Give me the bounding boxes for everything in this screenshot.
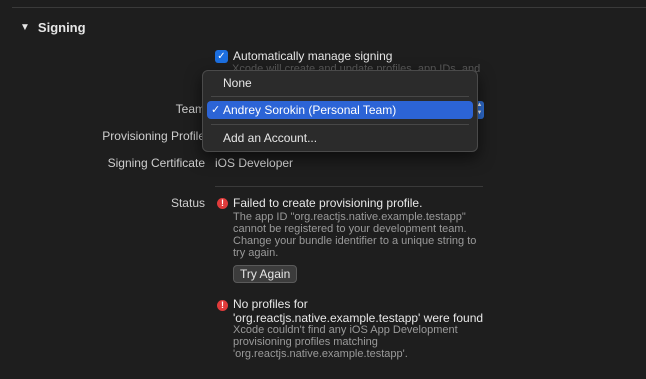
signing-certificate-label: Signing Certificate — [107, 156, 205, 170]
team-dropdown-menu: None ✓ Andrey Sorokin (Personal Team) Ad… — [202, 70, 478, 152]
auto-signing-label: Automatically manage signing — [233, 49, 393, 63]
error-icon: ! — [217, 300, 228, 311]
signing-certificate-value: iOS Developer — [215, 156, 294, 170]
status-label: Status — [170, 196, 205, 210]
disclosure-triangle-icon[interactable]: ▼ — [20, 22, 30, 33]
error-description-line: Xcode couldn't find any iOS App Developm… — [233, 324, 458, 336]
signing-settings-pane: ▼ Signing ✓ Automatically manage signing… — [0, 0, 646, 379]
error-title: No profiles for 'org.reactjs.native.exam… — [233, 297, 483, 325]
top-divider — [12, 7, 646, 8]
error-description-line: provisioning profiles matching — [233, 336, 378, 348]
error-description: Xcode couldn't find any iOS App Developm… — [233, 324, 458, 360]
auto-signing-row[interactable]: ✓ Automatically manage signing — [215, 49, 392, 63]
menu-item-label: Andrey Sorokin (Personal Team) — [223, 103, 397, 117]
error-description-line: The app ID "org.reactjs.native.example.t… — [233, 211, 466, 223]
menu-item-add-account[interactable]: Add an Account... — [203, 129, 477, 147]
menu-item-none[interactable]: None — [203, 74, 477, 92]
status-divider — [215, 186, 483, 187]
section-title: Signing — [37, 20, 86, 35]
auto-signing-checkbox[interactable]: ✓ — [215, 49, 228, 63]
error-description: The app ID "org.reactjs.native.example.t… — [233, 211, 476, 259]
try-again-button[interactable]: Try Again — [233, 265, 298, 283]
menu-separator — [211, 96, 469, 97]
checkmark-icon: ✓ — [211, 104, 221, 116]
team-label: Team — [175, 102, 205, 116]
error-title-line: No profiles for — [233, 297, 308, 311]
error-title: Failed to create provisioning profile. — [233, 196, 423, 210]
error-description-line: try again. — [233, 247, 279, 259]
signing-section-header[interactable]: ▼ Signing — [20, 20, 86, 35]
error-description-line: 'org.reactjs.native.example.testapp'. — [233, 348, 408, 360]
provisioning-profile-label: Provisioning Profile — [102, 129, 205, 143]
error-title-line: 'org.reactjs.native.example.testapp' wer… — [233, 311, 484, 325]
error-description-line: cannot be registered to your development… — [233, 223, 467, 235]
error-description-line: Change your bundle identifier to a uniqu… — [233, 235, 477, 247]
menu-item-personal-team[interactable]: ✓ Andrey Sorokin (Personal Team) — [207, 101, 473, 119]
error-icon: ! — [217, 198, 228, 209]
menu-separator — [211, 124, 469, 125]
